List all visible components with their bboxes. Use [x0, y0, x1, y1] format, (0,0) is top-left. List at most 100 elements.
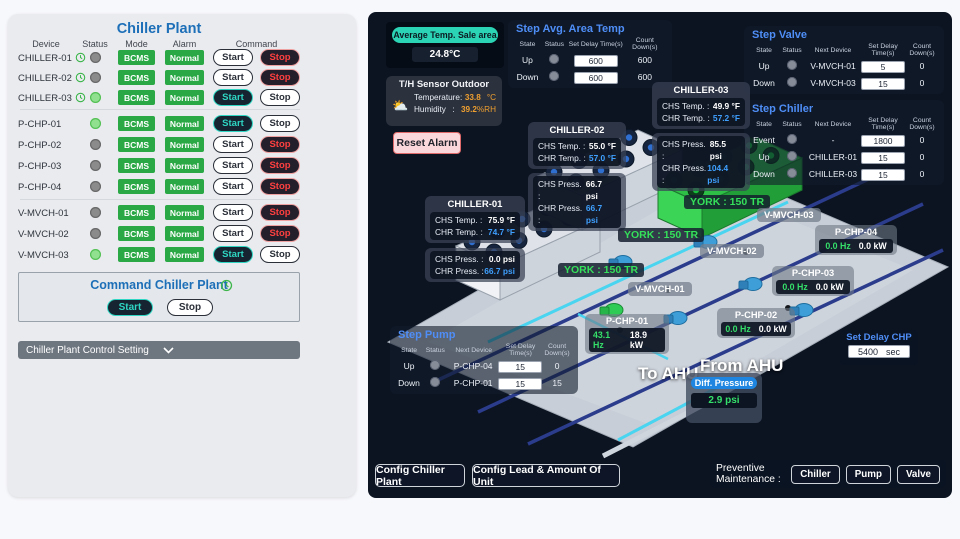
delay-input[interactable]: 15 [861, 77, 905, 90]
countdown-value: 600 [637, 71, 652, 82]
alarm-badge: Normal [165, 116, 204, 131]
step-chiller-table: Step Chiller State Status Next Device Se… [744, 100, 944, 185]
mode-badge[interactable]: BCMS [118, 179, 155, 194]
chr-temp-value: 74.7 °F [487, 227, 515, 237]
start-button[interactable]: Start [213, 178, 253, 195]
valve-label-v-mvch-01: V-MVCH-01 [628, 282, 692, 296]
pump-kw: 0.0 kW [815, 282, 844, 292]
status-dot [549, 53, 560, 64]
set-delay-chp-title: Set Delay CHP [846, 332, 912, 343]
mode-badge[interactable]: BCMS [118, 116, 155, 131]
countdown-value: 600 [637, 54, 652, 65]
stop-button[interactable]: Stop [260, 69, 300, 86]
countdown-value: 0 [554, 360, 560, 371]
col-next-device: Next Device [814, 46, 852, 54]
pump-p-chp-02-box: P-CHP-02 0.0 Hz 0.0 kW [717, 308, 795, 338]
delay-input[interactable]: 5 [861, 60, 905, 73]
state-label: Down [398, 377, 420, 388]
york-rating-tag: YORK : 150 TR [558, 263, 645, 277]
clock-icon [75, 92, 86, 103]
stop-button[interactable]: Stop [260, 204, 300, 221]
temperature-unit: °C [486, 93, 496, 102]
delay-input[interactable]: 15 [861, 168, 905, 181]
mode-badge[interactable]: BCMS [118, 205, 155, 220]
config-chiller-plant-button[interactable]: Config Chiller Plant [375, 464, 465, 488]
table-title: Step Chiller [752, 103, 814, 115]
start-button[interactable]: Start [213, 115, 253, 132]
stop-button[interactable]: Stop [260, 49, 300, 66]
config-lead-amount-button[interactable]: Config Lead & Amount Of Unit [472, 464, 620, 488]
delay-input[interactable]: 15 [498, 377, 543, 390]
delay-input[interactable]: 1800 [861, 134, 905, 147]
stop-button[interactable]: Stop [260, 157, 300, 174]
alarm-badge: Normal [165, 158, 204, 173]
countdown-value: 0 [919, 134, 925, 145]
command-start-button[interactable]: Start [107, 299, 153, 316]
start-button[interactable]: Start [213, 69, 253, 86]
status-dot [90, 118, 101, 129]
start-button[interactable]: Start [213, 225, 253, 242]
countdown-value: 0 [919, 168, 925, 179]
start-button[interactable]: Start [213, 49, 253, 66]
start-button[interactable]: Start [213, 89, 253, 106]
chiller-02-press-box: CHS Press. :66.7 psi CHR Press. :66.7 ps… [528, 173, 626, 231]
mode-badge[interactable]: BCMS [118, 158, 155, 173]
next-device: CHILLER-01 [808, 151, 858, 162]
stop-button[interactable]: Stop [260, 178, 300, 195]
pm-chiller-button[interactable]: Chiller [791, 464, 840, 484]
col-status: Status [544, 40, 565, 48]
device-label: P-CHP-03 [18, 161, 62, 172]
start-button[interactable]: Start [213, 136, 253, 153]
delay-input[interactable]: 600 [573, 71, 618, 84]
alarm-badge: Normal [165, 205, 204, 220]
mode-badge[interactable]: BCMS [118, 137, 155, 152]
pump-name: P-CHP-02 [734, 310, 778, 320]
status-dot [90, 228, 101, 239]
stop-button[interactable]: Stop [260, 89, 300, 106]
delay-input[interactable]: 15 [861, 151, 905, 164]
mode-badge[interactable]: BCMS [118, 247, 155, 262]
chiller-03-press-box: CHS Press. :85.5 psi CHR Press. :104.4 p… [652, 133, 750, 191]
screen: Chiller Plant Device Status Mode Alarm C… [0, 0, 960, 539]
chiller-name: CHILLER-01 [447, 199, 503, 210]
chs-temp-value: 55.0 °F [588, 141, 616, 151]
pm-valve-button[interactable]: Valve [896, 464, 940, 484]
chiller-03-info-box: CHILLER-03 CHS Temp. :49.9 °F CHR Temp. … [652, 82, 750, 129]
stop-button[interactable]: Stop [260, 225, 300, 242]
status-dot [90, 139, 101, 150]
stop-button[interactable]: Stop [260, 246, 300, 263]
stop-button[interactable]: Stop [260, 136, 300, 153]
command-chiller-plant-box: Command Chiller Plant Start Stop [18, 272, 300, 322]
start-button[interactable]: Start [213, 204, 253, 221]
delay-input[interactable]: 15 [498, 360, 543, 373]
chr-press-label: CHR Press. : [662, 163, 707, 185]
delay-input[interactable]: 600 [573, 54, 618, 67]
chr-temp-value: 57.2 °F [712, 113, 740, 123]
start-button[interactable]: Start [213, 157, 253, 174]
mode-badge[interactable]: BCMS [118, 50, 155, 65]
col-command: Command [235, 39, 278, 49]
start-button[interactable]: Start [213, 246, 253, 263]
col-count: Count Down(s) [909, 43, 935, 57]
col-state: State [756, 46, 772, 54]
th-sensor-outdoor-box: T/H Sensor Outdoor ⛅ Temperature : 33.8 … [386, 76, 502, 126]
average-temp-box: Average Temp. Sale area 24.8°C [386, 22, 504, 68]
pump-p-chp-03-box: P-CHP-03 0.0 Hz 0.0 kW [772, 266, 854, 296]
chs-press-label: CHS Press. : [435, 254, 484, 264]
mode-badge[interactable]: BCMS [118, 226, 155, 241]
mode-badge[interactable]: BCMS [118, 90, 155, 105]
pm-pump-button[interactable]: Pump [845, 464, 891, 484]
control-setting-dropdown[interactable]: Chiller Plant Control Setting [18, 341, 300, 359]
valve-label-v-mvch-03: V-MVCH-03 [757, 208, 821, 222]
stop-button[interactable]: Stop [260, 115, 300, 132]
mode-badge[interactable]: BCMS [118, 70, 155, 85]
chr-press-value: 66.7 psi [585, 203, 603, 225]
alarm-badge: Normal [165, 90, 204, 105]
status-dot [549, 70, 560, 81]
state-label: Up [758, 151, 770, 162]
reset-alarm-button[interactable]: Reset Alarm [393, 132, 461, 154]
command-stop-button[interactable]: Stop [167, 299, 213, 316]
command-box-title: Command Chiller Plant [90, 278, 228, 292]
set-delay-chp-input[interactable]: 5400 sec [848, 345, 910, 358]
status-dot [90, 249, 101, 260]
